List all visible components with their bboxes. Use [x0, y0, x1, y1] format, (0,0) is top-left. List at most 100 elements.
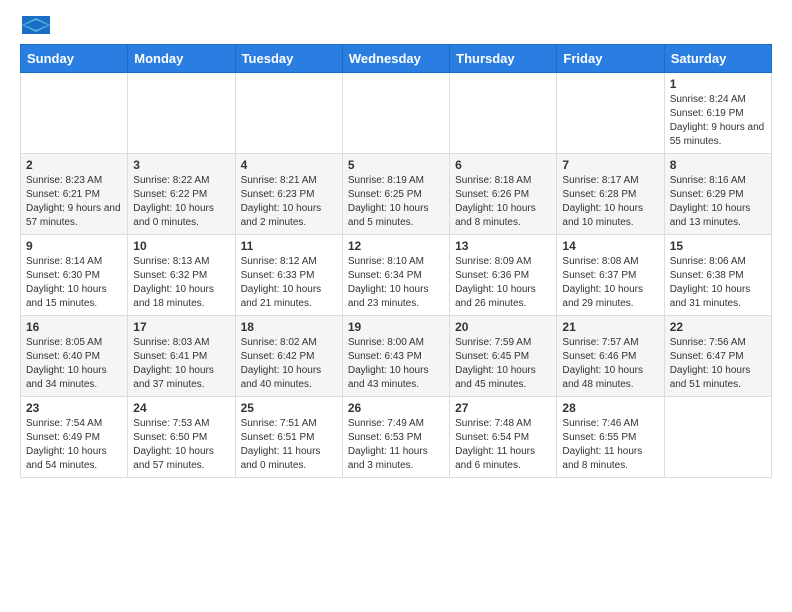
- day-number: 6: [455, 158, 551, 172]
- calendar-cell: 5 Sunrise: 8:19 AM Sunset: 6:25 PM Daylig…: [342, 154, 449, 235]
- day-info: Sunrise: 8:05 AM Sunset: 6:40 PM Dayligh…: [26, 336, 122, 392]
- calendar-cell: 13Sunrise: 8:09 AM Sunset: 6:36 PM Dayli…: [450, 235, 557, 316]
- day-number: 19: [348, 320, 444, 334]
- day-info: Sunrise: 8:14 AM Sunset: 6:30 PM Dayligh…: [26, 255, 122, 311]
- day-info: Sunrise: 8:00 AM Sunset: 6:43 PM Dayligh…: [348, 336, 444, 392]
- day-number: 4: [241, 158, 337, 172]
- day-number: 11: [241, 239, 337, 253]
- calendar-cell: 7Sunrise: 8:17 AM Sunset: 6:28 PM Daylig…: [557, 154, 664, 235]
- day-number: 12: [348, 239, 444, 253]
- calendar-header-friday: Friday: [557, 45, 664, 73]
- calendar-cell: 24 Sunrise: 7:53 AM Sunset: 6:50 PM Dayli…: [128, 397, 235, 478]
- day-info: Sunrise: 8:06 AM Sunset: 6:38 PM Dayligh…: [670, 255, 766, 311]
- day-info: Sunrise: 7:59 AM Sunset: 6:45 PM Dayligh…: [455, 336, 551, 392]
- calendar-week-2: 9 Sunrise: 8:14 AM Sunset: 6:30 PM Daylig…: [21, 235, 772, 316]
- day-info: Sunrise: 8:19 AM Sunset: 6:25 PM Dayligh…: [348, 174, 444, 230]
- calendar-header-saturday: Saturday: [664, 45, 771, 73]
- calendar-cell: [557, 73, 664, 154]
- calendar-cell: 20 Sunrise: 7:59 AM Sunset: 6:45 PM Dayli…: [450, 316, 557, 397]
- day-info: Sunrise: 8:12 AM Sunset: 6:33 PM Dayligh…: [241, 255, 337, 311]
- calendar-cell: 1 Sunrise: 8:24 AM Sunset: 6:19 PM Daylig…: [664, 73, 771, 154]
- day-info: Sunrise: 8:10 AM Sunset: 6:34 PM Dayligh…: [348, 255, 444, 311]
- calendar-cell: [128, 73, 235, 154]
- calendar-cell: 23 Sunrise: 7:54 AM Sunset: 6:49 PM Dayli…: [21, 397, 128, 478]
- day-number: 18: [241, 320, 337, 334]
- calendar-cell: 16 Sunrise: 8:05 AM Sunset: 6:40 PM Dayli…: [21, 316, 128, 397]
- calendar-cell: 4 Sunrise: 8:21 AM Sunset: 6:23 PM Daylig…: [235, 154, 342, 235]
- calendar-cell: 8 Sunrise: 8:16 AM Sunset: 6:29 PM Daylig…: [664, 154, 771, 235]
- calendar-cell: 15 Sunrise: 8:06 AM Sunset: 6:38 PM Dayli…: [664, 235, 771, 316]
- day-info: Sunrise: 7:48 AM Sunset: 6:54 PM Dayligh…: [455, 417, 551, 473]
- day-number: 23: [26, 401, 122, 415]
- calendar-cell: 12 Sunrise: 8:10 AM Sunset: 6:34 PM Dayli…: [342, 235, 449, 316]
- calendar-cell: [21, 73, 128, 154]
- day-info: Sunrise: 8:03 AM Sunset: 6:41 PM Dayligh…: [133, 336, 229, 392]
- header: [20, 16, 772, 34]
- day-info: Sunrise: 7:49 AM Sunset: 6:53 PM Dayligh…: [348, 417, 444, 473]
- day-info: Sunrise: 8:18 AM Sunset: 6:26 PM Dayligh…: [455, 174, 551, 230]
- day-info: Sunrise: 8:02 AM Sunset: 6:42 PM Dayligh…: [241, 336, 337, 392]
- calendar-cell: 28 Sunrise: 7:46 AM Sunset: 6:55 PM Dayli…: [557, 397, 664, 478]
- calendar-week-3: 16 Sunrise: 8:05 AM Sunset: 6:40 PM Dayli…: [21, 316, 772, 397]
- calendar-week-1: 2 Sunrise: 8:23 AM Sunset: 6:21 PM Daylig…: [21, 154, 772, 235]
- calendar-header-monday: Monday: [128, 45, 235, 73]
- day-info: Sunrise: 7:46 AM Sunset: 6:55 PM Dayligh…: [562, 417, 658, 473]
- day-number: 2: [26, 158, 122, 172]
- calendar-week-0: 1 Sunrise: 8:24 AM Sunset: 6:19 PM Daylig…: [21, 73, 772, 154]
- day-number: 9: [26, 239, 122, 253]
- calendar-cell: 27 Sunrise: 7:48 AM Sunset: 6:54 PM Dayli…: [450, 397, 557, 478]
- day-info: Sunrise: 8:13 AM Sunset: 6:32 PM Dayligh…: [133, 255, 229, 311]
- day-number: 20: [455, 320, 551, 334]
- calendar-cell: 14 Sunrise: 8:08 AM Sunset: 6:37 PM Dayli…: [557, 235, 664, 316]
- calendar-cell: 19 Sunrise: 8:00 AM Sunset: 6:43 PM Dayli…: [342, 316, 449, 397]
- calendar-cell: 26 Sunrise: 7:49 AM Sunset: 6:53 PM Dayli…: [342, 397, 449, 478]
- calendar-cell: 18 Sunrise: 8:02 AM Sunset: 6:42 PM Dayli…: [235, 316, 342, 397]
- calendar-cell: 6 Sunrise: 8:18 AM Sunset: 6:26 PM Daylig…: [450, 154, 557, 235]
- day-number: 8: [670, 158, 766, 172]
- day-number: 24: [133, 401, 229, 415]
- day-number: 22: [670, 320, 766, 334]
- calendar-cell: 9 Sunrise: 8:14 AM Sunset: 6:30 PM Daylig…: [21, 235, 128, 316]
- day-number: 26: [348, 401, 444, 415]
- day-info: Sunrise: 8:22 AM Sunset: 6:22 PM Dayligh…: [133, 174, 229, 230]
- calendar-header-wednesday: Wednesday: [342, 45, 449, 73]
- calendar-cell: 25 Sunrise: 7:51 AM Sunset: 6:51 PM Dayli…: [235, 397, 342, 478]
- logo: [20, 16, 50, 34]
- day-number: 25: [241, 401, 337, 415]
- day-number: 5: [348, 158, 444, 172]
- calendar-week-4: 23 Sunrise: 7:54 AM Sunset: 6:49 PM Dayli…: [21, 397, 772, 478]
- day-info: Sunrise: 7:51 AM Sunset: 6:51 PM Dayligh…: [241, 417, 337, 473]
- day-info: Sunrise: 8:24 AM Sunset: 6:19 PM Dayligh…: [670, 93, 766, 149]
- calendar-cell: 17 Sunrise: 8:03 AM Sunset: 6:41 PM Dayli…: [128, 316, 235, 397]
- day-number: 1: [670, 77, 766, 91]
- day-number: 21: [562, 320, 658, 334]
- day-number: 16: [26, 320, 122, 334]
- day-info: Sunrise: 7:53 AM Sunset: 6:50 PM Dayligh…: [133, 417, 229, 473]
- calendar-header-sunday: Sunday: [21, 45, 128, 73]
- logo-flag-icon: [22, 16, 50, 34]
- day-info: Sunrise: 8:08 AM Sunset: 6:37 PM Dayligh…: [562, 255, 658, 311]
- day-number: 27: [455, 401, 551, 415]
- day-number: 15: [670, 239, 766, 253]
- calendar-header-tuesday: Tuesday: [235, 45, 342, 73]
- page: SundayMondayTuesdayWednesdayThursdayFrid…: [0, 0, 792, 494]
- day-number: 17: [133, 320, 229, 334]
- day-info: Sunrise: 8:23 AM Sunset: 6:21 PM Dayligh…: [26, 174, 122, 230]
- day-number: 28: [562, 401, 658, 415]
- day-info: Sunrise: 7:56 AM Sunset: 6:47 PM Dayligh…: [670, 336, 766, 392]
- day-number: 3: [133, 158, 229, 172]
- calendar-cell: [450, 73, 557, 154]
- day-info: Sunrise: 7:54 AM Sunset: 6:49 PM Dayligh…: [26, 417, 122, 473]
- calendar-cell: [235, 73, 342, 154]
- calendar-header-row: SundayMondayTuesdayWednesdayThursdayFrid…: [21, 45, 772, 73]
- day-info: Sunrise: 8:17 AM Sunset: 6:28 PM Dayligh…: [562, 174, 658, 230]
- day-number: 10: [133, 239, 229, 253]
- calendar-cell: 2 Sunrise: 8:23 AM Sunset: 6:21 PM Daylig…: [21, 154, 128, 235]
- day-number: 14: [562, 239, 658, 253]
- calendar-cell: [342, 73, 449, 154]
- day-info: Sunrise: 8:21 AM Sunset: 6:23 PM Dayligh…: [241, 174, 337, 230]
- day-info: Sunrise: 8:16 AM Sunset: 6:29 PM Dayligh…: [670, 174, 766, 230]
- day-info: Sunrise: 8:09 AM Sunset: 6:36 PM Dayligh…: [455, 255, 551, 311]
- day-info: Sunrise: 7:57 AM Sunset: 6:46 PM Dayligh…: [562, 336, 658, 392]
- calendar-cell: 11 Sunrise: 8:12 AM Sunset: 6:33 PM Dayli…: [235, 235, 342, 316]
